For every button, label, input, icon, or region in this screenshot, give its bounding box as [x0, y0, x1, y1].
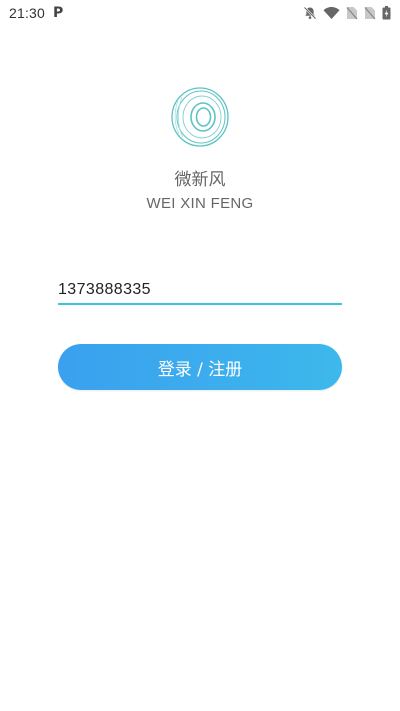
bell-off-icon: [303, 6, 317, 20]
wifi-icon: [323, 6, 340, 20]
login-register-button[interactable]: 登录 / 注册: [58, 344, 342, 390]
status-left: 21:30 P: [9, 5, 63, 21]
app-name-chinese: 微新风: [174, 170, 226, 190]
status-bar: 21:30 P: [0, 0, 400, 26]
app-logo-icon: [170, 87, 230, 147]
app-name-english: WEI XIN FENG: [146, 195, 254, 212]
login-screen: 21:30 P 微新风 WEI XIN FENG 1373888335 登录 /…: [0, 0, 400, 711]
no-sim-icon: [346, 6, 358, 20]
no-sim-icon: [364, 6, 376, 20]
parking-app-icon: P: [53, 5, 64, 21]
login-register-label: 登录 / 注册: [157, 359, 243, 380]
status-icons: [303, 6, 391, 20]
phone-input[interactable]: [58, 278, 342, 302]
status-time: 21:30: [9, 5, 46, 21]
battery-charging-icon: [382, 6, 391, 20]
phone-field: [58, 278, 342, 305]
